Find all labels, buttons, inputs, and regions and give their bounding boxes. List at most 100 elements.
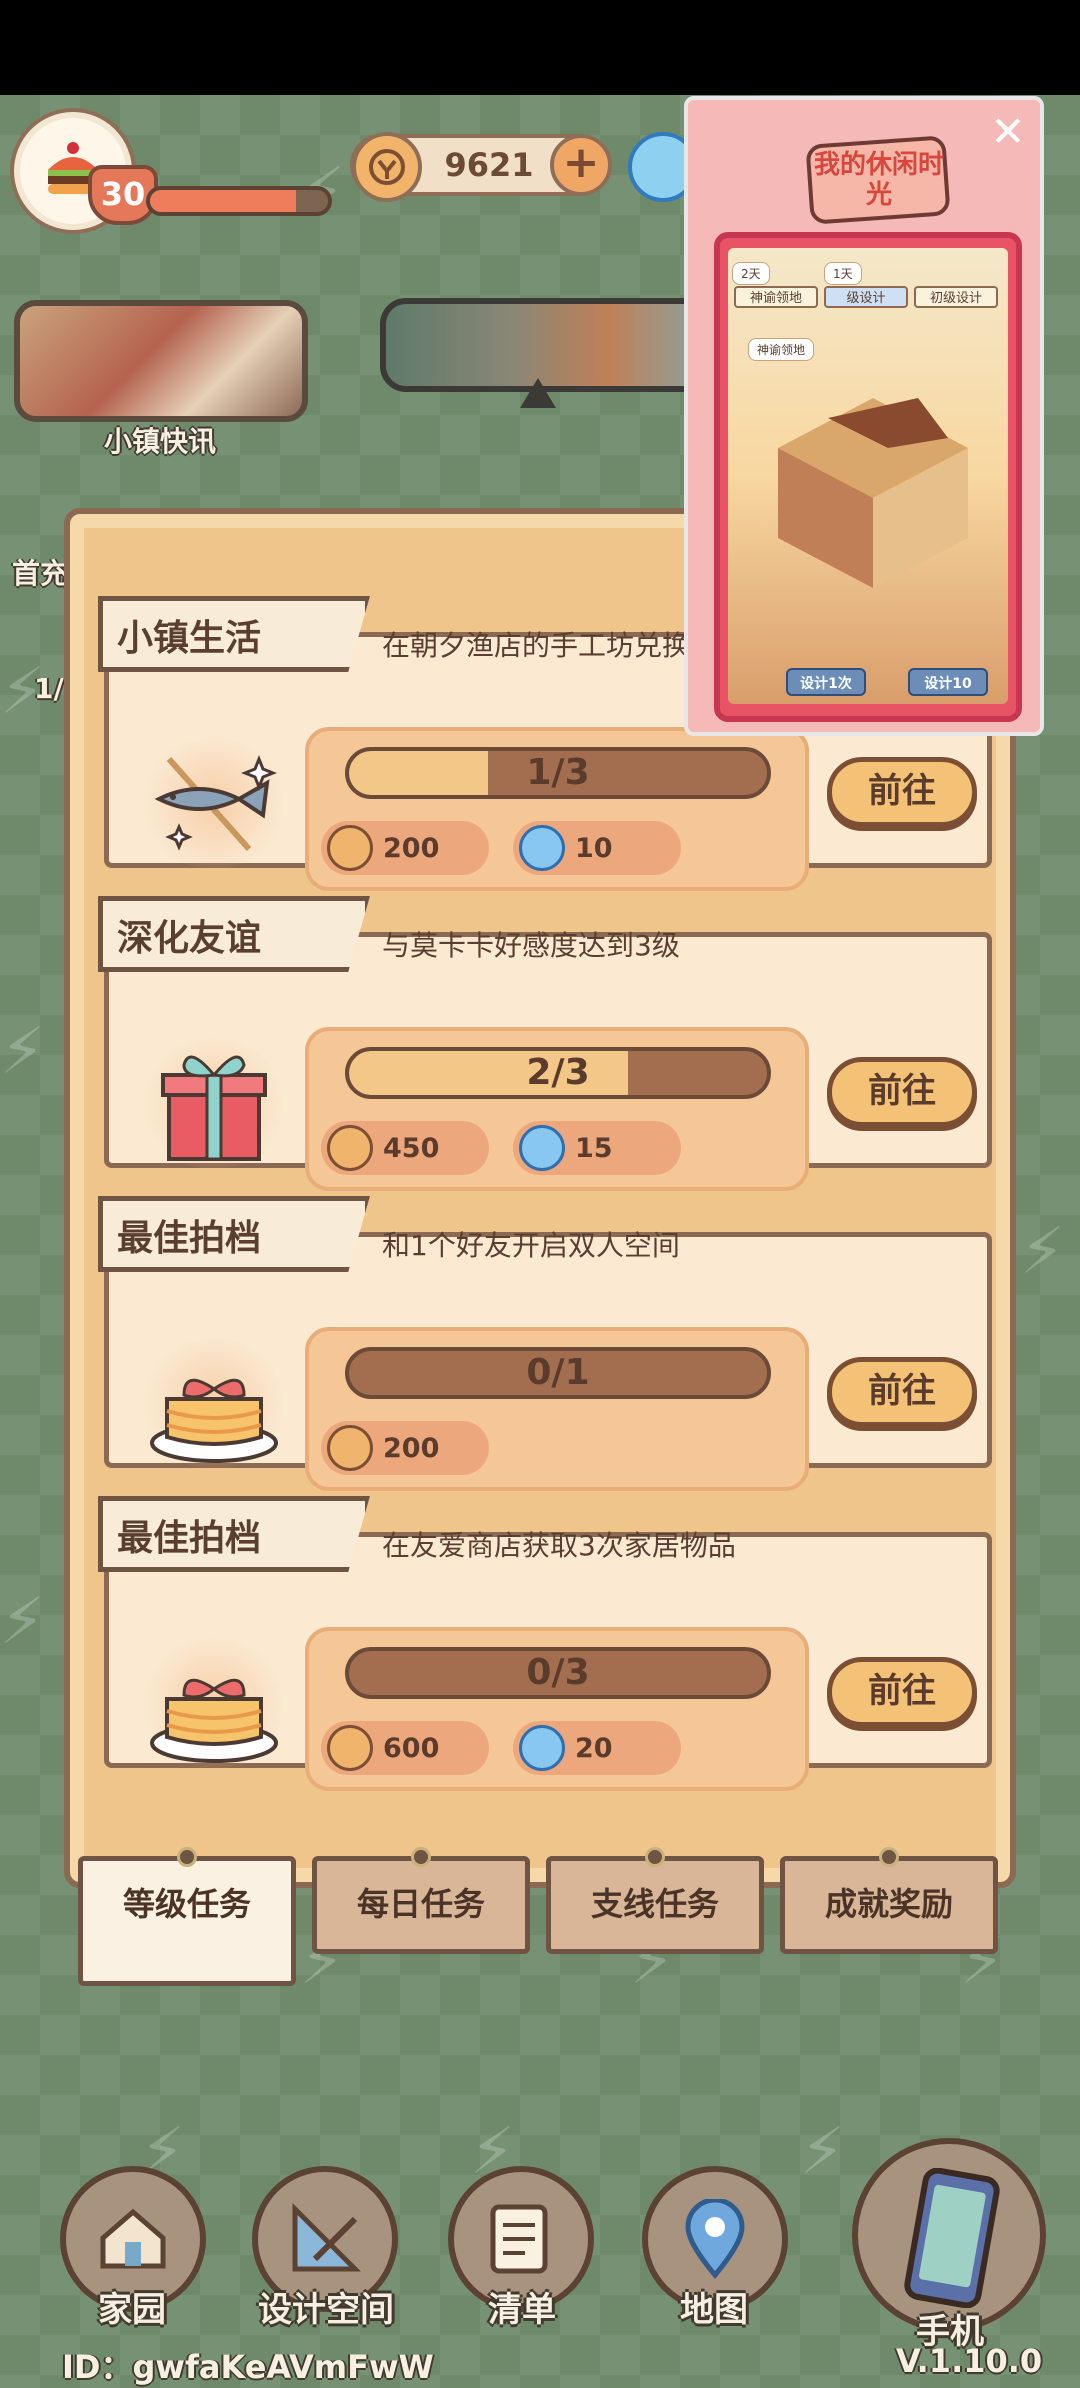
nav-map-label: 地图 bbox=[680, 2290, 748, 2330]
go-button[interactable]: 前往 bbox=[827, 1657, 977, 1727]
pin-icon bbox=[879, 1847, 899, 1867]
side-counter: 1/ bbox=[34, 672, 64, 705]
popup-preview-screen: 2天 1天 神谕领地 级设计 初级设计 神谕领地 设计1次 设计10 bbox=[728, 248, 1008, 704]
reward-value: 200 bbox=[383, 832, 440, 864]
coin-icon bbox=[352, 132, 422, 202]
reward-value: 10 bbox=[575, 832, 613, 864]
quest-rewards: 450 15 bbox=[321, 1121, 681, 1175]
quest-rewards: 200 10 bbox=[321, 821, 681, 875]
popup-phone-frame: 2天 1天 神谕领地 级设计 初级设计 神谕领地 设计1次 设计10 bbox=[714, 232, 1022, 722]
news-banner[interactable] bbox=[14, 300, 308, 422]
lightning-icon: ⚡ bbox=[1020, 1215, 1065, 1289]
first-charge-label[interactable]: 首充 bbox=[12, 552, 68, 592]
tab-label: 成就奖励 bbox=[824, 1885, 953, 1923]
pin-icon bbox=[177, 1847, 197, 1867]
go-button[interactable]: 前往 bbox=[827, 1057, 977, 1127]
promo-popup[interactable]: 我的休闲时光 ✕ 2天 1天 神谕领地 级设计 初级设计 神谕领地 设计1次 设… bbox=[684, 96, 1044, 736]
gift-icon bbox=[129, 1029, 299, 1179]
popup-design-ten-button[interactable]: 设计10 bbox=[908, 668, 988, 696]
quest-rewards: 200 bbox=[321, 1421, 489, 1475]
popup-chip: 神谕领地 bbox=[748, 338, 815, 361]
ruler-icon bbox=[292, 2202, 362, 2272]
cake-icon bbox=[129, 1329, 299, 1479]
tab-label: 等级任务 bbox=[122, 1885, 251, 1923]
quest-card: 2/3 450 15 前往 深化友谊 与莫卡卡好感度达到3级 bbox=[98, 896, 992, 1191]
quest-title: 深化友谊 bbox=[117, 918, 262, 959]
days-badge: 1天 bbox=[824, 262, 862, 285]
quest-progress-text: 1/3 bbox=[526, 752, 590, 793]
quest-progress-box: 0/1 200 bbox=[305, 1327, 809, 1491]
quest-tabs: 等级任务 每日任务 支线任务 成就奖励 bbox=[78, 1847, 998, 1986]
phone-icon bbox=[904, 2168, 1000, 2308]
nav-home-label: 家园 bbox=[98, 2290, 166, 2330]
tab-side[interactable]: 支线任务 bbox=[546, 1847, 764, 1954]
reward-pill: 600 bbox=[321, 1721, 489, 1775]
quest-progress-box: 0/3 600 20 bbox=[305, 1627, 809, 1791]
house-icon bbox=[100, 2208, 166, 2269]
nav-list-label: 清单 bbox=[488, 2290, 556, 2330]
quest-progress-text: 2/3 bbox=[526, 1052, 590, 1093]
map-pin-icon bbox=[685, 2199, 745, 2279]
gem-icon bbox=[519, 825, 565, 871]
reward-pill: 200 bbox=[321, 1421, 489, 1475]
reward-value: 600 bbox=[383, 1732, 440, 1764]
coin-icon bbox=[327, 1725, 373, 1771]
quest-title-tag: 最佳拍档 bbox=[98, 1196, 370, 1272]
version-label: V.1.10.0 bbox=[896, 2342, 1043, 2380]
status-bar bbox=[0, 0, 1080, 95]
reward-value: 15 bbox=[575, 1132, 613, 1164]
weather-pointer bbox=[520, 378, 556, 408]
tab-level[interactable]: 等级任务 bbox=[78, 1847, 296, 1986]
quest-progress-text: 0/3 bbox=[526, 1652, 590, 1693]
news-label: 小镇快讯 bbox=[103, 425, 216, 458]
quest-card: 0/3 600 20 前往 最佳拍档 在友爱商店获取3次家居物品 bbox=[98, 1496, 992, 1791]
lightning-icon: ⚡ bbox=[800, 2115, 845, 2189]
add-coins-button[interactable]: + bbox=[550, 134, 612, 196]
close-icon[interactable]: ✕ bbox=[988, 111, 1028, 154]
popup-tab: 级设计 bbox=[824, 286, 908, 308]
tab-daily[interactable]: 每日任务 bbox=[312, 1847, 530, 1954]
quest-progress-bar: 1/3 bbox=[345, 747, 771, 799]
gem-icon bbox=[519, 1125, 565, 1171]
nav-design-label: 设计空间 bbox=[258, 2290, 394, 2330]
popup-title: 我的休闲时光 bbox=[814, 150, 945, 210]
quest-title: 最佳拍档 bbox=[117, 1218, 262, 1259]
popup-tab: 初级设计 bbox=[914, 286, 998, 308]
list-icon bbox=[490, 2204, 548, 2274]
tab-label: 支线任务 bbox=[590, 1885, 719, 1923]
quest-title-tag: 深化友谊 bbox=[98, 896, 370, 972]
quest-progress-bar: 0/1 bbox=[345, 1347, 771, 1399]
quest-description: 在友爱商店获取3次家居物品 bbox=[382, 1529, 736, 1562]
quest-title-tag: 最佳拍档 bbox=[98, 1496, 370, 1572]
quest-rewards: 600 20 bbox=[321, 1721, 681, 1775]
pin-icon bbox=[411, 1847, 431, 1867]
reward-value: 450 bbox=[383, 1132, 440, 1164]
lightning-icon: ⚡ bbox=[0, 1585, 45, 1659]
reward-pill: 20 bbox=[513, 1721, 681, 1775]
tab-label: 每日任务 bbox=[356, 1885, 485, 1923]
lightning-icon: ⚡ bbox=[0, 1015, 45, 1089]
quest-description: 与莫卡卡好感度达到3级 bbox=[382, 929, 680, 962]
go-button[interactable]: 前往 bbox=[827, 757, 977, 827]
popup-tab: 神谕领地 bbox=[734, 286, 818, 308]
coin-icon bbox=[327, 1125, 373, 1171]
quest-progress-box: 1/3 200 10 bbox=[305, 727, 809, 891]
quest-title: 最佳拍档 bbox=[117, 1518, 262, 1559]
quest-progress-text: 0/1 bbox=[526, 1352, 590, 1393]
popup-design-once-button[interactable]: 设计1次 bbox=[786, 668, 866, 696]
quest-title-tag: 小镇生活 bbox=[98, 596, 370, 672]
gem-icon bbox=[519, 1725, 565, 1771]
coin-icon bbox=[327, 1425, 373, 1471]
reward-pill: 450 bbox=[321, 1121, 489, 1175]
quest-progress-box: 2/3 450 15 bbox=[305, 1027, 809, 1191]
coin-counter: 9621 + bbox=[350, 132, 612, 202]
room-preview bbox=[778, 398, 968, 588]
pin-icon bbox=[645, 1847, 665, 1867]
reward-pill: 15 bbox=[513, 1121, 681, 1175]
go-button[interactable]: 前往 bbox=[827, 1357, 977, 1427]
tab-achievement[interactable]: 成就奖励 bbox=[780, 1847, 998, 1954]
xp-bar bbox=[146, 186, 332, 216]
coin-value: 9621 bbox=[444, 146, 534, 184]
reward-value: 20 bbox=[575, 1732, 613, 1764]
nav-phone-button[interactable] bbox=[852, 2138, 1046, 2332]
